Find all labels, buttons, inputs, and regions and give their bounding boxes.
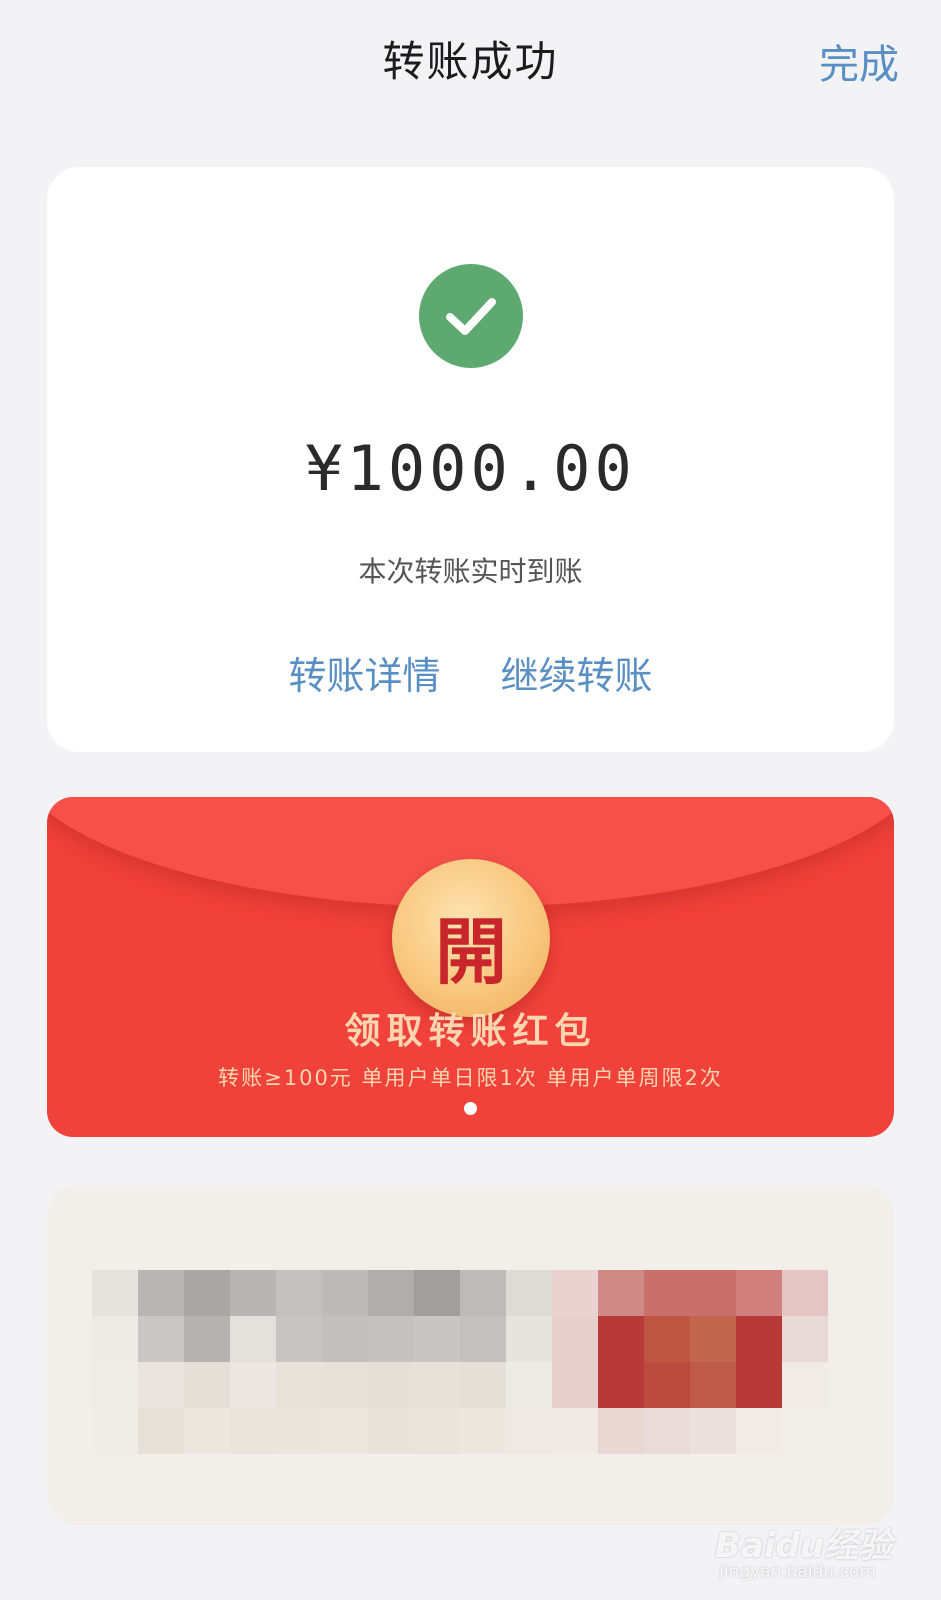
mosaic-pixel xyxy=(184,1316,230,1362)
mosaic-pixel xyxy=(736,1316,782,1362)
mosaic-pixel xyxy=(92,1362,138,1408)
mosaic-pixel xyxy=(690,1362,736,1408)
baidu-watermark: Baidu经验 jingyan.baidu.com xyxy=(715,1518,925,1588)
mosaic-pixel xyxy=(736,1408,782,1454)
watermark-brand: Baidu经验 xyxy=(715,1526,893,1566)
mosaic-pixel xyxy=(506,1362,552,1408)
mosaic-pixel xyxy=(506,1316,552,1362)
watermark-url: jingyan.baidu.com xyxy=(719,1562,876,1582)
mosaic-pixel xyxy=(322,1316,368,1362)
red-packet-rules: 转账≥100元 单用户单日限1次 单用户单周限2次 xyxy=(218,1066,723,1090)
checkmark-icon xyxy=(446,298,496,335)
carousel-indicator xyxy=(464,1102,477,1115)
mosaic-pixel xyxy=(414,1316,460,1362)
mosaic-pixel xyxy=(782,1408,828,1454)
mosaic-pixel xyxy=(598,1408,644,1454)
mosaic-pixel xyxy=(552,1270,598,1316)
continue-transfer-link[interactable]: 继续转账 xyxy=(501,645,653,700)
success-check-icon xyxy=(419,264,523,368)
mosaic-pixel xyxy=(322,1270,368,1316)
mosaic-pixel xyxy=(506,1408,552,1454)
card-actions: 转账详情 继续转账 xyxy=(47,645,894,700)
mosaic-pixel xyxy=(138,1270,184,1316)
mosaic-pixel xyxy=(184,1408,230,1454)
mosaic-pixel xyxy=(368,1408,414,1454)
open-packet-button[interactable]: 開 xyxy=(392,859,550,1017)
open-char-icon: 開 xyxy=(434,909,507,994)
mosaic-pixel xyxy=(460,1270,506,1316)
mosaic-pixel xyxy=(644,1316,690,1362)
mosaic-pixel xyxy=(552,1316,598,1362)
mosaic-pixel xyxy=(782,1362,828,1408)
nav-bar: 转账成功 完成 xyxy=(0,0,941,120)
mosaic-pixel xyxy=(690,1270,736,1316)
mosaic-pixel xyxy=(690,1408,736,1454)
red-packet-title: 领取转账红包 xyxy=(344,1011,597,1052)
mosaic-pixel xyxy=(138,1362,184,1408)
transfer-amount: ¥1000.00 xyxy=(305,432,636,505)
mosaic-pixel xyxy=(368,1270,414,1316)
mosaic-pixel xyxy=(460,1316,506,1362)
page-title: 转账成功 xyxy=(382,37,559,86)
mosaic-pixel xyxy=(782,1316,828,1362)
ad-banner[interactable] xyxy=(47,1185,894,1525)
done-button[interactable]: 完成 xyxy=(819,32,899,90)
mosaic-pixel xyxy=(552,1362,598,1408)
mosaic-pixel xyxy=(230,1362,276,1408)
mosaic-pixel xyxy=(184,1270,230,1316)
mosaic-pixel xyxy=(92,1408,138,1454)
transfer-result-card: ¥1000.00 本次转账实时到账 转账详情 继续转账 xyxy=(47,167,894,752)
mosaic-pixel xyxy=(322,1362,368,1408)
mosaic-pixel xyxy=(552,1408,598,1454)
mosaic-pixel xyxy=(598,1316,644,1362)
transfer-details-link[interactable]: 转账详情 xyxy=(288,645,440,700)
mosaic-pixel xyxy=(598,1362,644,1408)
mosaic-pixel xyxy=(690,1316,736,1362)
mosaic-pixel xyxy=(92,1316,138,1362)
mosaic-pixel xyxy=(644,1408,690,1454)
mosaic-pixel xyxy=(782,1270,828,1316)
mosaic-pixel xyxy=(736,1362,782,1408)
mosaic-pixel xyxy=(460,1362,506,1408)
mosaic-pixel xyxy=(138,1316,184,1362)
mosaic-pixel xyxy=(138,1408,184,1454)
mosaic-pixel xyxy=(644,1362,690,1408)
mosaic-pixel xyxy=(644,1270,690,1316)
mosaic-pixel xyxy=(276,1408,322,1454)
mosaic-pixel xyxy=(276,1270,322,1316)
mosaic-pixel xyxy=(322,1408,368,1454)
mosaic-pixel xyxy=(460,1408,506,1454)
mosaic-pixel xyxy=(276,1362,322,1408)
mosaic-pixel xyxy=(276,1316,322,1362)
mosaic-pixel xyxy=(368,1362,414,1408)
mosaic-pixel xyxy=(184,1362,230,1408)
mosaic-pixel xyxy=(230,1316,276,1362)
mosaic-pixel xyxy=(414,1270,460,1316)
mosaic-pixel xyxy=(414,1408,460,1454)
mosaic-pixel xyxy=(598,1270,644,1316)
mosaic-pixel xyxy=(736,1270,782,1316)
red-packet-banner[interactable]: 開 领取转账红包 转账≥100元 单用户单日限1次 单用户单周限2次 xyxy=(47,797,894,1137)
mosaic-pixel xyxy=(92,1270,138,1316)
mosaic-pixel xyxy=(506,1270,552,1316)
mosaic-pixel xyxy=(230,1408,276,1454)
mosaic-pixel xyxy=(230,1270,276,1316)
mosaic-pixel xyxy=(368,1316,414,1362)
mosaic-pixel xyxy=(414,1362,460,1408)
arrival-note: 本次转账实时到账 xyxy=(358,555,583,588)
